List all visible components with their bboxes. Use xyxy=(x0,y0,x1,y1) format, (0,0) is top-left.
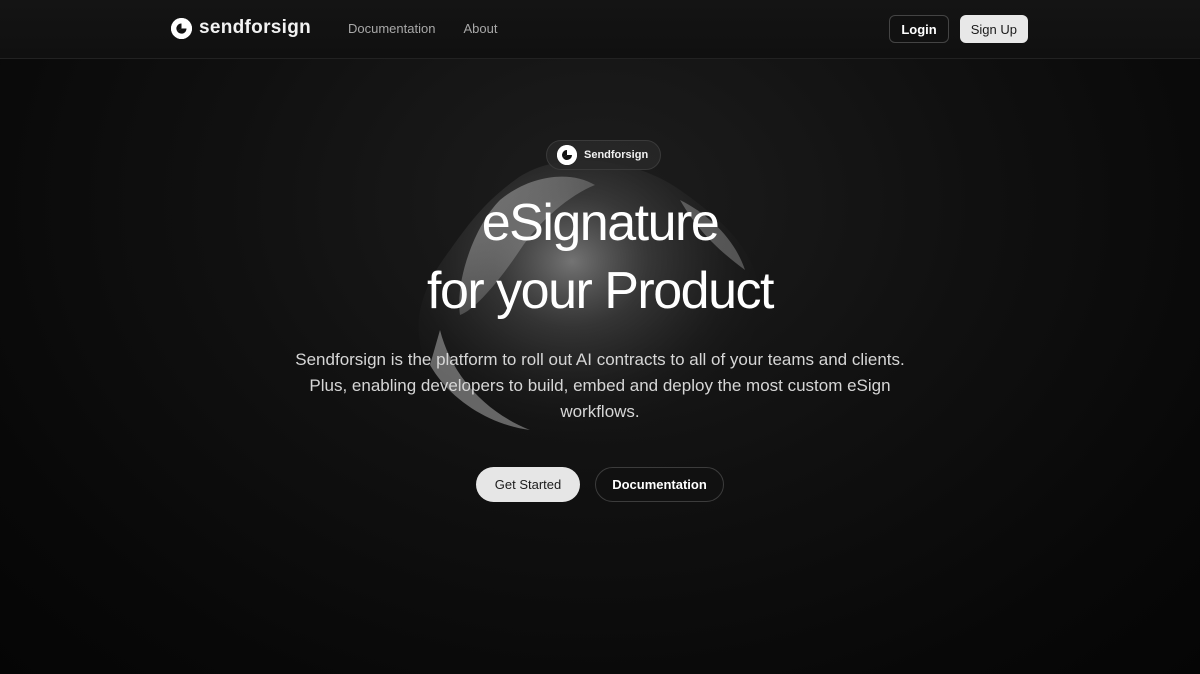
brand-badge: Sendforsign xyxy=(546,140,662,170)
hero-cta-group: Get Started Documentation xyxy=(476,467,724,502)
brand-logo[interactable]: sendforsign xyxy=(171,17,311,39)
auth-buttons: Login Sign Up xyxy=(889,15,1028,43)
documentation-button[interactable]: Documentation xyxy=(595,467,724,502)
play-circle-icon xyxy=(171,17,192,39)
login-button[interactable]: Login xyxy=(889,15,949,43)
nav-link-about[interactable]: About xyxy=(463,21,497,36)
main-nav: Documentation About xyxy=(348,21,497,36)
signup-button[interactable]: Sign Up xyxy=(959,15,1028,43)
hero-subtitle: Sendforsign is the platform to roll out … xyxy=(295,350,905,421)
hero-headline-line1: eSignature xyxy=(481,194,720,252)
get-started-button[interactable]: Get Started xyxy=(476,467,580,502)
top-navbar: sendforsign Documentation About Login Si… xyxy=(0,0,1200,59)
badge-logo-icon xyxy=(557,145,577,165)
landing-page: sendforsign Documentation About Login Si… xyxy=(0,0,1200,674)
hero-headline-line2: for your Product xyxy=(427,262,774,320)
badge-label: Sendforsign xyxy=(584,149,649,161)
brand-name: sendforsign xyxy=(199,17,312,38)
nav-link-documentation[interactable]: Documentation xyxy=(348,21,435,36)
